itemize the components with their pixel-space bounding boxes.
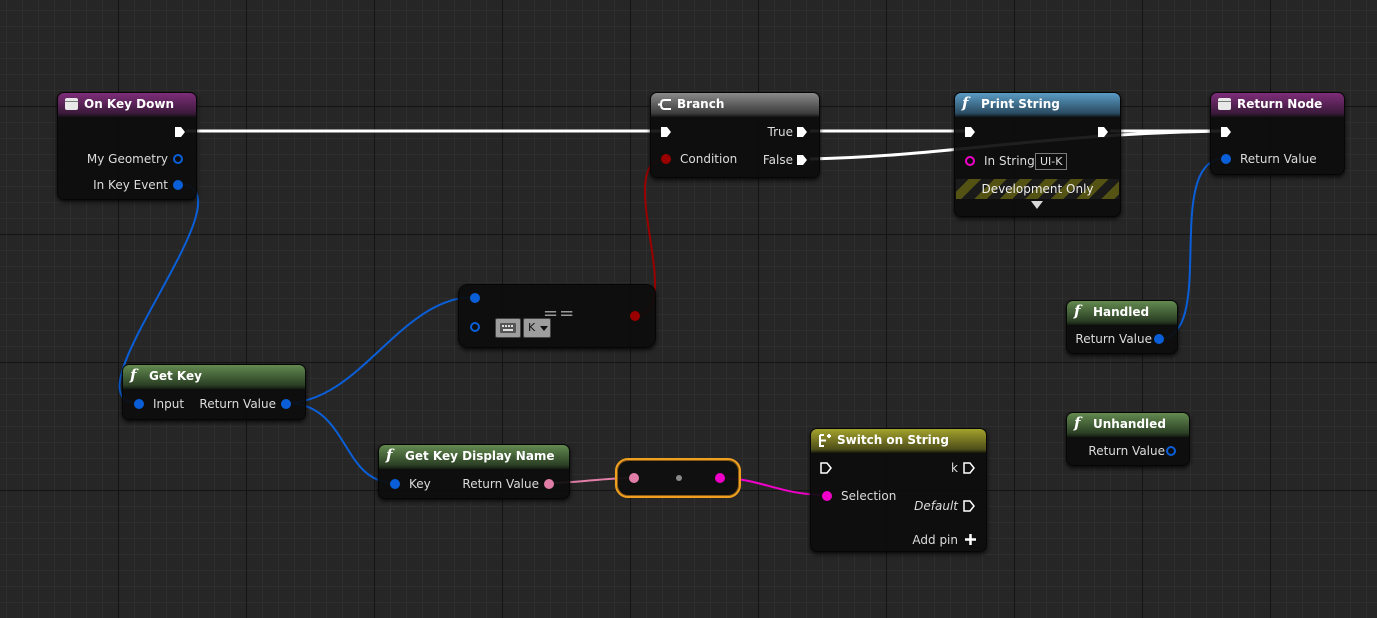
node-print-string[interactable]: f Print String In String UI-K Developmen… [954,92,1121,217]
node-title: Unhandled [1093,417,1166,431]
node-title: Print String [981,97,1060,111]
node-header[interactable]: Return Node [1211,93,1344,117]
node-switch-on-string[interactable]: Switch on String k Selection Default Add… [810,428,987,552]
node-header[interactable]: f Get Key [123,365,305,389]
function-icon: f [1074,302,1081,320]
event-icon [1218,98,1231,110]
node-title: Get Key [149,369,202,383]
node-header[interactable]: f Get Key Display Name [379,445,569,469]
node-header[interactable]: On Key Down [58,93,196,117]
pin-label-in-string: In String [984,154,1035,168]
node-branch[interactable]: Branch Condition True False [650,92,820,178]
conversion-dot-icon [676,475,682,481]
keyboard-key-selector-button[interactable] [495,318,521,338]
branch-icon [658,99,671,110]
event-icon [65,98,78,110]
pin-label-false: False [762,153,793,167]
exec-in-pin[interactable] [1220,126,1232,138]
return-value-pin[interactable] [1154,334,1164,344]
pin-label-my-geometry: My Geometry [86,152,168,166]
node-equals[interactable]: K == [458,284,656,348]
node-header[interactable]: f Handled [1067,301,1177,325]
equals-result-pin[interactable] [630,311,640,321]
k-exec-pin[interactable] [963,462,975,474]
node-return-node[interactable]: Return Node Return Value [1210,92,1345,175]
node-unhandled[interactable]: f Unhandled Return Value [1066,412,1190,466]
pin-label-return-value: Return Value [199,397,276,411]
function-icon: f [130,366,137,384]
conversion-out-pin[interactable] [715,473,725,483]
in-string-pin[interactable] [965,156,975,166]
pin-label-condition: Condition [680,152,738,166]
switch-icon [819,434,831,447]
conversion-in-pin[interactable] [629,473,639,483]
in-key-event-pin[interactable] [173,180,183,190]
expand-arrow-icon[interactable] [1031,201,1043,209]
in-string-value-field[interactable]: UI-K [1035,153,1068,170]
key-pin[interactable] [390,479,400,489]
equals-label: == [543,303,576,324]
node-handled[interactable]: f Handled Return Value [1066,300,1178,354]
condition-pin[interactable] [661,154,671,164]
node-title: On Key Down [84,97,174,111]
return-value-pin[interactable] [1166,446,1176,456]
exec-in-pin[interactable] [660,126,672,138]
pin-label-return-value: Return Value [1075,332,1152,346]
node-title: Return Node [1237,97,1323,111]
pin-label-input: Input [153,397,185,411]
pin-label-return-value: Return Value [462,477,539,491]
node-title: Get Key Display Name [405,449,555,463]
node-header[interactable]: f Print String [955,93,1120,117]
node-on-key-down[interactable]: On Key Down My Geometry In Key Event [57,92,197,200]
key-dropdown-value: K [528,321,536,334]
node-header[interactable]: Branch [651,93,819,117]
node-title: Switch on String [837,433,949,447]
equals-b-pin[interactable] [470,322,480,332]
exec-out-pin[interactable] [1097,126,1109,138]
pin-label-true: True [767,125,794,139]
wire-getkey-to-equals [285,296,475,404]
pin-label-default: Default [914,499,958,513]
chevron-down-icon [540,326,548,331]
return-value-pin[interactable] [1221,154,1231,164]
pin-label-selection: Selection [841,489,897,503]
node-string-conversion-selected[interactable] [615,458,741,498]
pin-label-k: k [951,461,958,475]
plus-icon[interactable] [965,534,976,545]
function-icon: f [386,446,393,464]
keyboard-icon [500,323,516,333]
false-exec-pin[interactable] [796,154,808,166]
exec-out-pin[interactable] [174,126,186,138]
pin-label-return-value: Return Value [1240,152,1317,166]
node-header[interactable]: f Unhandled [1067,413,1189,437]
exec-in-pin[interactable] [964,126,976,138]
my-geometry-pin[interactable] [173,154,183,164]
input-pin[interactable] [134,399,144,409]
node-title: Handled [1093,305,1150,319]
node-get-key-display-name[interactable]: f Get Key Display Name Key Return Value [378,444,570,499]
node-header[interactable]: Switch on String [811,429,986,453]
pin-label-key: Key [409,477,431,491]
function-icon: f [962,94,969,112]
add-pin-button[interactable]: Add pin [912,533,958,547]
exec-in-pin[interactable] [820,462,832,474]
node-title: Branch [677,97,725,111]
selection-pin[interactable] [822,491,832,501]
development-only-banner: Development Only [956,179,1119,199]
default-exec-pin[interactable] [963,500,975,512]
pin-label-return-value: Return Value [1088,444,1165,458]
true-exec-pin[interactable] [796,126,808,138]
node-get-key[interactable]: f Get Key Input Return Value [122,364,306,420]
return-value-pin[interactable] [544,479,554,489]
pin-label-in-key-event: In Key Event [93,178,168,192]
equals-a-pin[interactable] [470,293,480,303]
function-icon: f [1074,414,1081,432]
return-value-pin[interactable] [281,399,291,409]
